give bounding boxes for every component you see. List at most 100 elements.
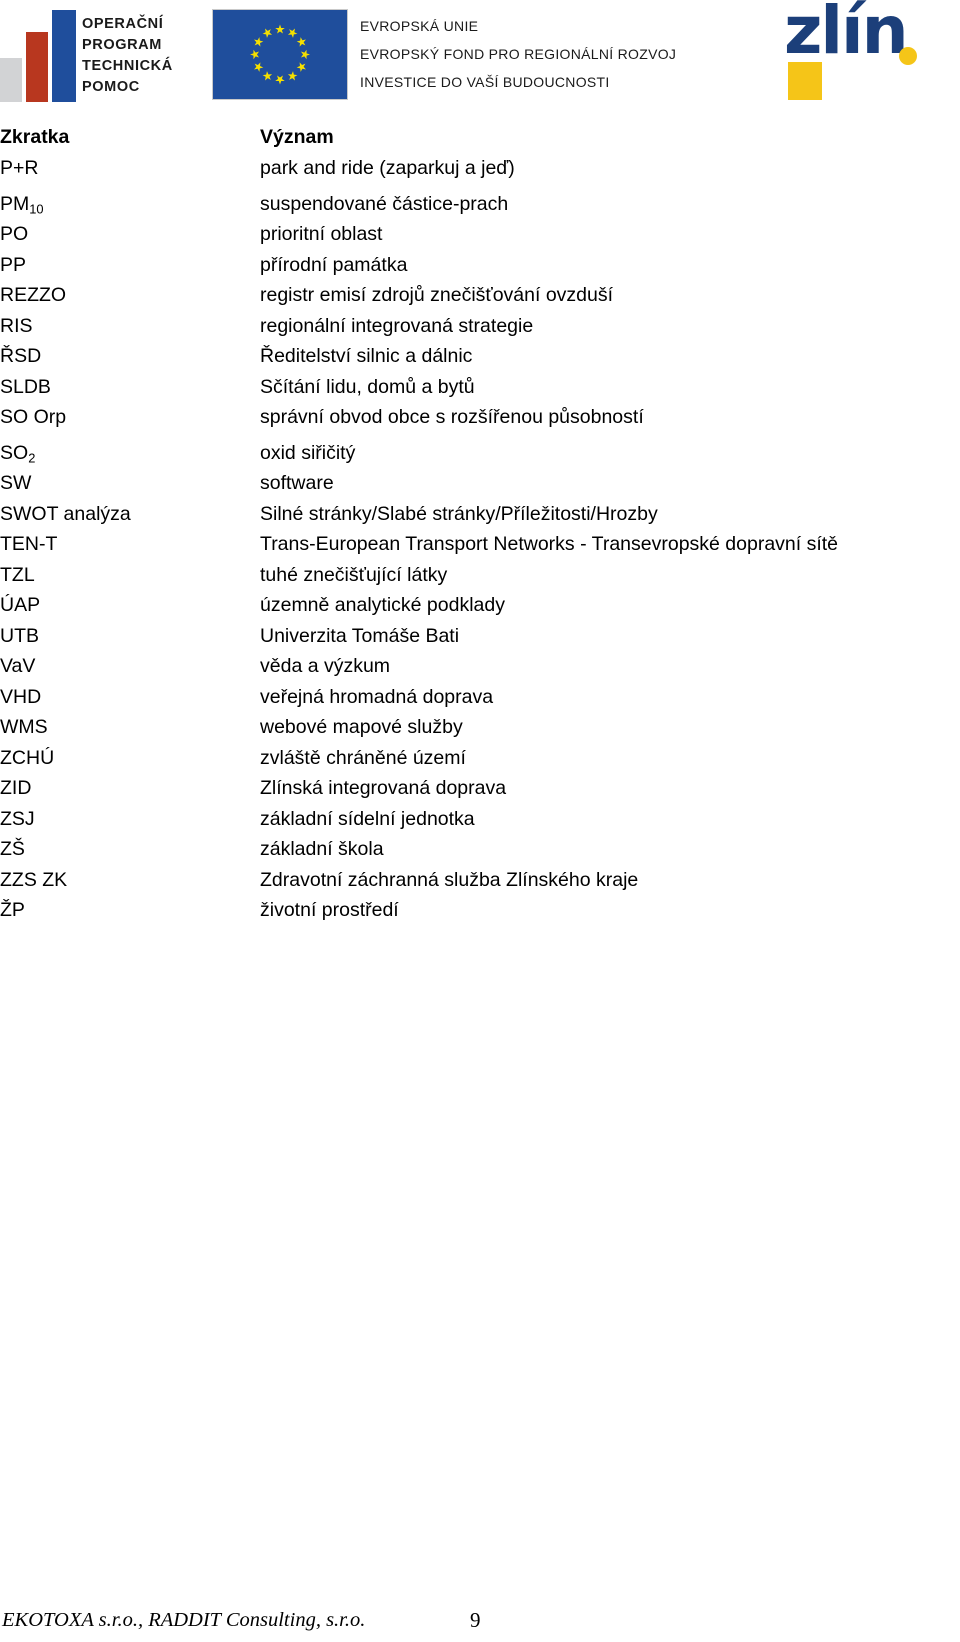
abbreviation-cell: RIS [0,314,33,337]
european-union-flag-icon [212,9,348,100]
table-row: VaV věda a výzkum [0,651,930,682]
column-header-meaning: Význam [260,126,334,148]
meaning-cell: Univerzita Tomáše Bati [260,624,460,647]
abbreviation-cell: SO2 [0,441,36,466]
meaning-cell: Ředitelství silnic a dálnic [260,345,473,367]
footer-credit-text: EKOTOXA s.r.o., RADDIT Consulting, s.r.o… [2,1609,366,1631]
meaning-cell: věda a výzkum [260,655,391,677]
document-header-logo-band: OPERAČNÍ PROGRAM TECHNICKÁ POMOC EVROPSK… [0,0,960,112]
table-row: P+R park and ride (zaparkuj a jeď) [0,153,930,184]
logo-text-line: EVROPSKÁ UNIE [360,18,479,34]
abbreviation-subscript: 10 [29,201,44,217]
abbreviation-cell: ZCHÚ [0,746,55,769]
abbreviation-table: Zkratka Význam P+R park and ride (zaparku… [0,122,930,926]
meaning-cell: zvláště chráněné území [260,746,466,769]
table-row: REZZO registr emisí zdrojů znečišťování o… [0,280,930,311]
optp-bar-blue [52,10,76,102]
table-row: ÚAP územně analytické podklady [0,590,930,621]
meaning-cell: územně analytické podklady [260,594,505,616]
european-union-logo-text: EVROPSKÁ UNIE EVROPSKÝ FOND PRO REGIONÁLN… [360,12,676,96]
table-row: ZŠ základní škola [0,834,930,865]
meaning-cell: základní škola [260,838,384,860]
abbreviation-cell: TZL [0,563,35,586]
table-row: PO prioritní oblast [0,219,930,250]
abbreviation-cell: TEN-T [0,533,58,555]
meaning-cell: Sčítání lidu, domů a bytů [260,375,475,398]
logo-text-line: PROGRAM [82,37,162,53]
abbreviation-cell: VaV [0,655,36,677]
table-row: RIS regionální integrovaná strategie [0,311,930,342]
abbreviation-cell: WMS [0,716,48,738]
abbreviation-cell: SWOT analýza [0,502,131,525]
meaning-cell: tuhé znečišťující látky [260,563,448,586]
meaning-cell: Zlínská integrovaná doprava [260,777,507,799]
page-number: 9 [470,1608,481,1632]
table-row: ZCHÚ zvláště chráněné území [0,743,930,774]
meaning-cell: regionální integrovaná strategie [260,314,534,337]
table-row: ŽP životní prostředí [0,895,930,926]
abbreviation-cell: UTB [0,624,39,647]
zlin-logo: zlín [778,0,938,104]
abbreviation-cell: PP [0,253,27,276]
table-row: WMS webové mapové služby [0,712,930,743]
meaning-cell: park and ride (zaparkuj a jeď) [260,157,515,179]
meaning-cell: webové mapové služby [260,716,463,738]
abbreviation-cell: ÚAP [0,594,41,616]
meaning-cell: základní sídelní jednotka [260,807,475,830]
optp-bars-icon [0,10,78,102]
page-footer: EKOTOXA s.r.o., RADDIT Consulting, s.r.o… [0,1606,960,1640]
abbreviation-cell: PO [0,223,29,245]
abbreviation-cell: REZZO [0,284,67,306]
abbreviation-cell: ŽP [0,899,25,921]
meaning-cell: Silné stránky/Slabé stránky/Příležitosti… [260,502,658,525]
meaning-cell: životní prostředí [260,899,399,921]
abbreviation-cell: ŘSD [0,345,42,367]
table-row: ŘSD Ředitelství silnic a dálnic [0,341,930,372]
table-row: UTB Univerzita Tomáše Bati [0,621,930,652]
logo-text-line: OPERAČNÍ [82,16,164,32]
abbreviation-cell: P+R [0,157,39,179]
meaning-cell: suspendované částice-prach [260,192,509,215]
optp-bar-gray [0,58,22,102]
abbreviation-cell: SW [0,472,32,494]
optp-logo-text: OPERAČNÍ PROGRAM TECHNICKÁ POMOC [82,14,173,98]
table-row: TEN-T Trans-European Transport Networks -… [0,529,930,560]
table-row: TZL tuhé znečišťující látky [0,560,930,591]
table-row: ZSJ základní sídelní jednotka [0,804,930,835]
table-body: P+R park and ride (zaparkuj a jeď) PM10 sus… [0,153,930,926]
abbreviation-cell: ZŠ [0,838,25,860]
operacni-program-technicka-pomoc-logo: OPERAČNÍ PROGRAM TECHNICKÁ POMOC [0,8,200,104]
abbreviation-cell: SLDB [0,375,51,398]
column-header-abbreviation: Zkratka [0,126,70,148]
table-row: ZID Zlínská integrovaná doprava [0,773,930,804]
abbreviation-cell: ZSJ [0,807,35,830]
meaning-cell: přírodní památka [260,253,408,276]
logo-text-line: POMOC [82,79,140,95]
table-header-row: Zkratka Význam [0,122,930,153]
abbreviation-cell: VHD [0,685,42,708]
abbreviation-cell: SO Orp [0,406,67,428]
abbreviation-cell: PM10 [0,192,44,217]
abbreviation-cell: ZID [0,777,32,799]
european-union-logo-block: EVROPSKÁ UNIE EVROPSKÝ FOND PRO REGIONÁLN… [212,6,712,106]
logo-text-line: INVESTICE DO VAŠÍ BUDOUCNOSTI [360,74,610,90]
meaning-cell: Zdravotní záchranná služba Zlínského kra… [260,868,639,891]
optp-bar-red [26,32,48,102]
logo-text-line: EVROPSKÝ FOND PRO REGIONÁLNÍ ROZVOJ [360,46,677,62]
table-row: SO2 oxid siřičitý [0,438,930,469]
table-row: ZZS ZK Zdravotní záchranná služba Zlínské… [0,865,930,896]
table-row: PP přírodní památka [0,250,930,281]
meaning-cell: správní obvod obce s rozšířenou působnos… [260,406,644,428]
table-row: SWOT analýza Silné stránky/Slabé stránky/… [0,499,930,530]
table-row: SW software [0,468,930,499]
meaning-cell: software [260,472,334,494]
table-row: PM10 suspendované částice-prach [0,189,930,220]
meaning-cell: prioritní oblast [260,223,383,245]
meaning-cell: Trans-European Transport Networks - Tran… [260,533,839,555]
meaning-cell: oxid siřičitý [260,441,356,464]
logo-text-line: TECHNICKÁ [82,58,173,74]
meaning-cell: registr emisí zdrojů znečišťování ovzduš… [260,284,614,306]
meaning-cell: veřejná hromadná doprava [260,685,494,708]
table-row: SLDB Sčítání lidu, domů a bytů [0,372,930,403]
zlin-yellow-dot [899,47,917,65]
